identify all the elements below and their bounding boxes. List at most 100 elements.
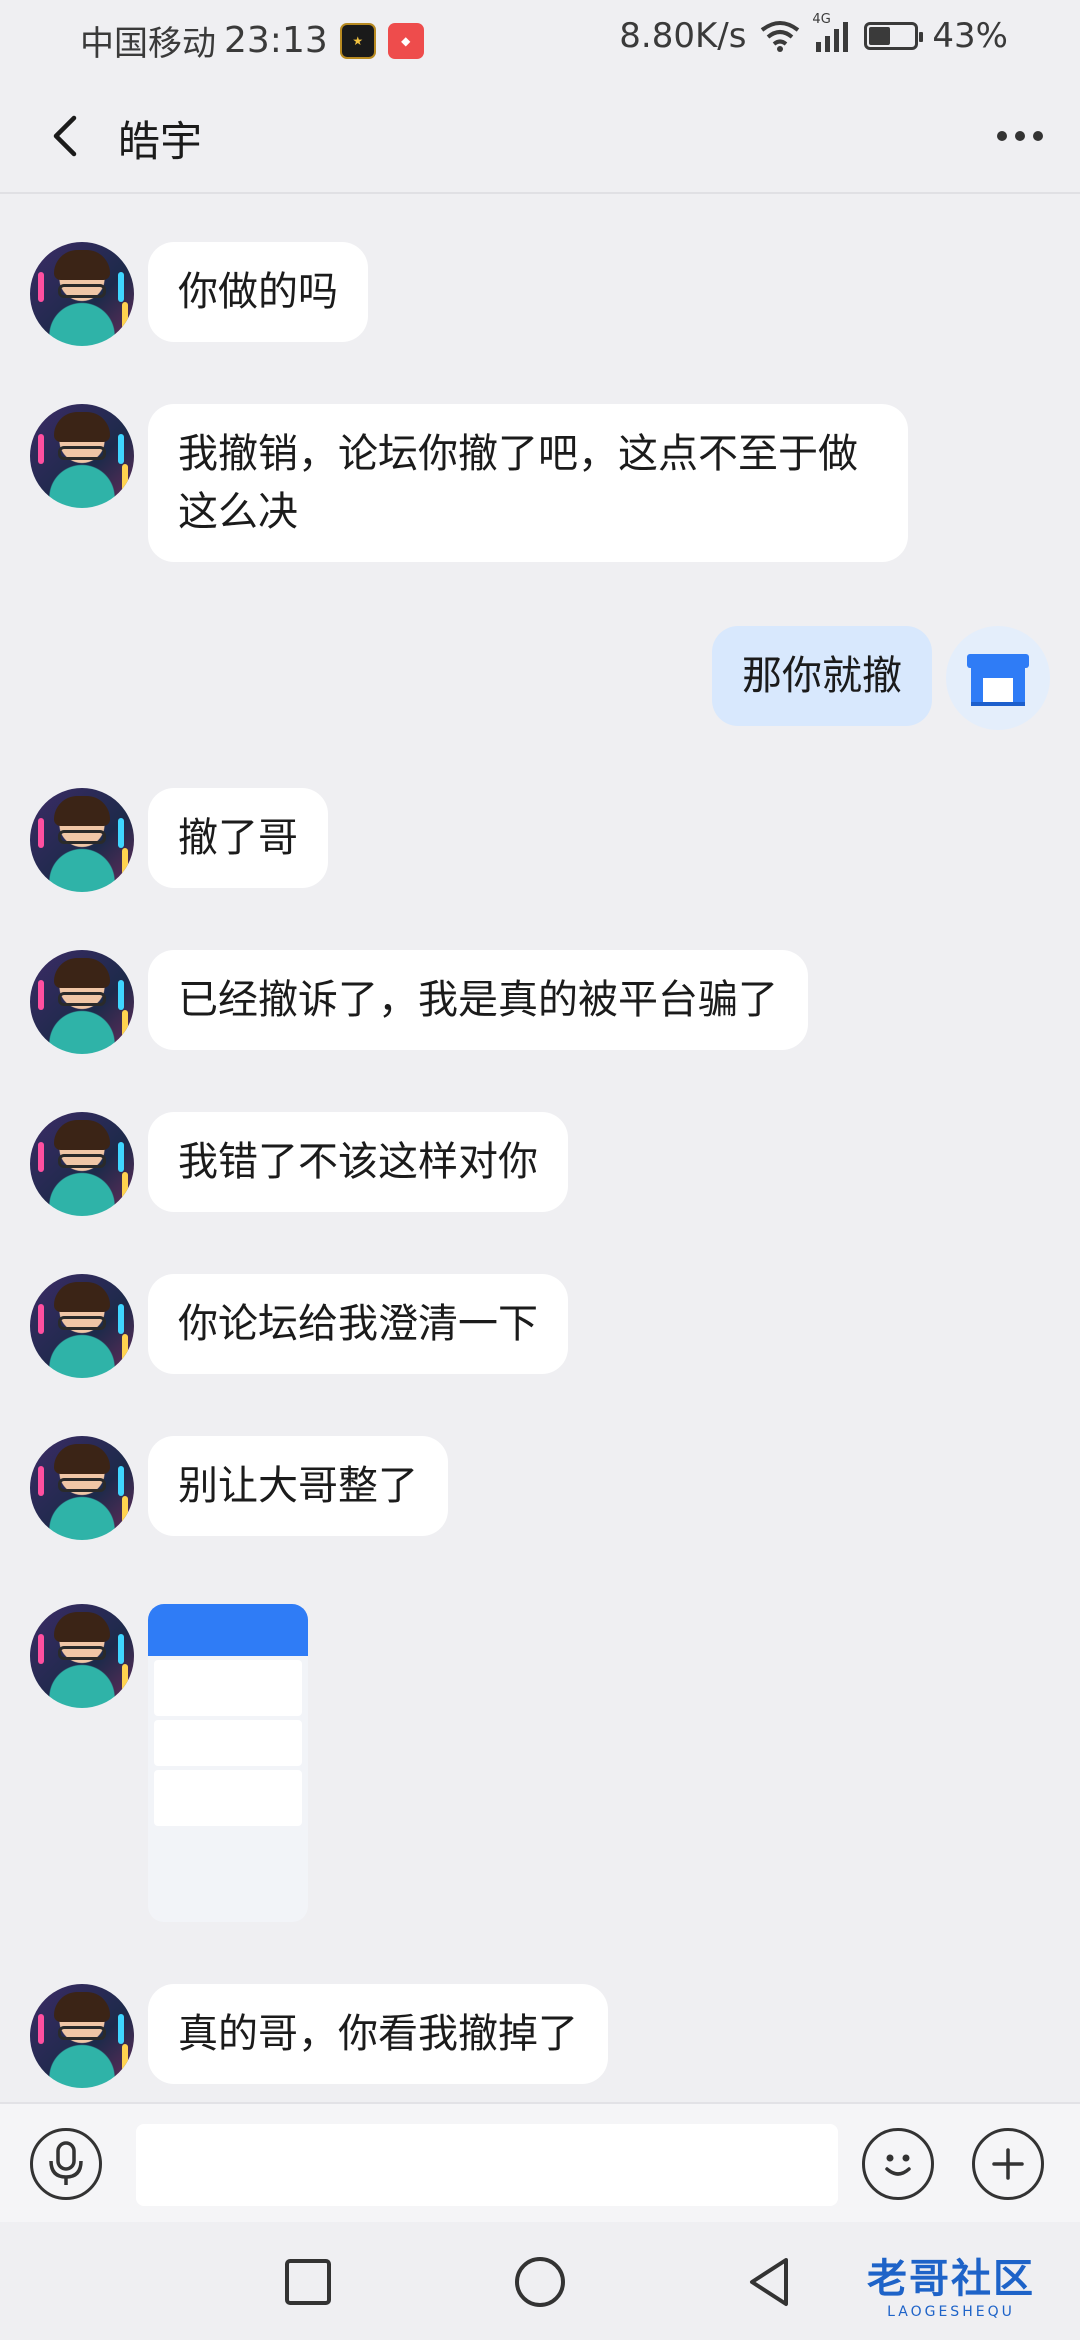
carrier-label: 中国移动 [80,24,216,64]
avatar-glasses [58,1478,106,1492]
back-arrow-icon[interactable] [36,104,100,168]
contact-avatar[interactable] [30,950,134,1054]
avatar-hair [54,1282,110,1312]
network-speed: 8.80K/s [619,16,747,56]
avatar-glasses [58,992,106,1006]
store-icon [967,654,1029,706]
system-navigation-bar: 老哥社区 LAOGESHEQU [0,2222,1080,2340]
avatar-neon-light [38,980,44,1010]
avatar-hair [54,796,110,826]
avatar-neon-light [38,1634,44,1664]
avatar-neon-light [38,818,44,848]
avatar-neon-light [38,2014,44,2044]
status-bar-right: 8.80K/s 4G 43% [619,12,1008,56]
plus-icon[interactable] [972,2128,1044,2200]
outgoing-message-bubble[interactable]: 那你就撤 [712,626,932,726]
avatar-neon-light [38,1304,44,1334]
image-thumbnail-header [148,1604,308,1656]
avatar-hair [54,412,110,442]
avatar-neon-light [122,464,128,494]
cell-signal-icon: 4G [812,12,850,52]
avatar-hair [54,1444,110,1474]
self-avatar[interactable] [946,626,1050,730]
avatar-hair [54,250,110,280]
avatar-neon-light [38,1466,44,1496]
incoming-message-bubble[interactable]: 我撤销，论坛你撤了吧，这点不至于做这么决 [148,404,908,562]
back-icon[interactable] [740,2252,800,2312]
avatar-neon-light [122,848,128,878]
input-bar [0,2102,1080,2222]
wifi-icon [761,21,800,52]
image-message[interactable] [148,1604,308,1922]
avatar-neon-light [38,1142,44,1172]
contact-avatar[interactable] [30,788,134,892]
avatar-neon-light [122,1010,128,1040]
app-badge-icon: ★ [339,22,376,59]
avatar-neon-light [122,302,128,332]
battery-percent: 43% [932,16,1008,56]
contact-avatar[interactable] [30,1112,134,1216]
avatar-neon-light [118,434,124,464]
clock: 23:13 [224,20,328,61]
avatar-hair [54,1120,110,1150]
contact-avatar[interactable] [30,242,134,346]
contact-avatar[interactable] [30,1604,134,1708]
incoming-message-bubble[interactable]: 别让大哥整了 [148,1436,448,1536]
avatar-neon-light [118,980,124,1010]
avatar-neon-light [118,1466,124,1496]
incoming-message-bubble[interactable]: 撤了哥 [148,788,328,888]
avatar-hair [54,958,110,988]
avatar-glasses [58,1316,106,1330]
incoming-message-bubble[interactable]: 你做的吗 [148,242,368,342]
avatar-glasses [58,830,106,844]
avatar-glasses [58,446,106,460]
avatar-neon-light [122,1664,128,1694]
battery-charging-icon [864,22,924,50]
avatar-neon-light [38,272,44,302]
more-options-icon[interactable] [990,116,1050,156]
status-bar-left: 中国移动 23:13 ★ ◆ [80,16,424,65]
image-thumbnail-card [154,1660,302,1716]
microphone-icon[interactable] [30,2128,102,2200]
avatar-glasses [58,1154,106,1168]
message-list[interactable]: 你做的吗我撤销，论坛你撤了吧，这点不至于做这么决那你就撤撤了哥已经撤诉了，我是真… [0,194,1080,2102]
watermark-title: 老哥社区 [867,2256,1035,2302]
avatar-neon-light [118,272,124,302]
home-icon[interactable] [510,2252,570,2312]
avatar-neon-light [122,2044,128,2074]
avatar-glasses [58,284,106,298]
contact-avatar[interactable] [30,1274,134,1378]
image-thumbnail-card [154,1720,302,1766]
avatar-neon-light [118,1634,124,1664]
avatar-neon-light [118,1304,124,1334]
emoji-icon[interactable] [862,2128,934,2200]
image-thumbnail-card [154,1770,302,1826]
avatar-neon-light [122,1334,128,1364]
watermark-subtitle: LAOGESHEQU [887,2304,1015,2320]
incoming-message-bubble[interactable]: 你论坛给我澄清一下 [148,1274,568,1374]
contact-avatar[interactable] [30,1984,134,2088]
chat-header: 皓宇 [0,76,1080,194]
avatar-neon-light [118,818,124,848]
avatar-neon-light [38,434,44,464]
avatar-hair [54,1612,110,1642]
incoming-message-bubble[interactable]: 真的哥，你看我撤掉了 [148,1984,608,2084]
recent-apps-icon[interactable] [278,2252,338,2312]
avatar-neon-light [118,1142,124,1172]
contact-avatar[interactable] [30,1436,134,1540]
message-input[interactable] [136,2124,838,2206]
battery-fill [869,27,891,45]
avatar-neon-light [122,1172,128,1202]
avatar-neon-light [118,2014,124,2044]
watermark-logo: 老哥社区 LAOGESHEQU [836,2240,1066,2326]
incoming-message-bubble[interactable]: 我错了不该这样对你 [148,1112,568,1212]
avatar-hair [54,1992,110,2022]
status-bar: 中国移动 23:13 ★ ◆ 8.80K/s 4G 43% [0,0,1080,76]
signal-type: 4G [812,12,831,27]
contact-avatar[interactable] [30,404,134,508]
incoming-message-bubble[interactable]: 已经撤诉了，我是真的被平台骗了 [148,950,808,1050]
contact-name: 皓宇 [118,117,203,166]
avatar-neon-light [122,1496,128,1526]
app-badge-icon: ◆ [387,22,424,59]
avatar-glasses [58,2026,106,2040]
